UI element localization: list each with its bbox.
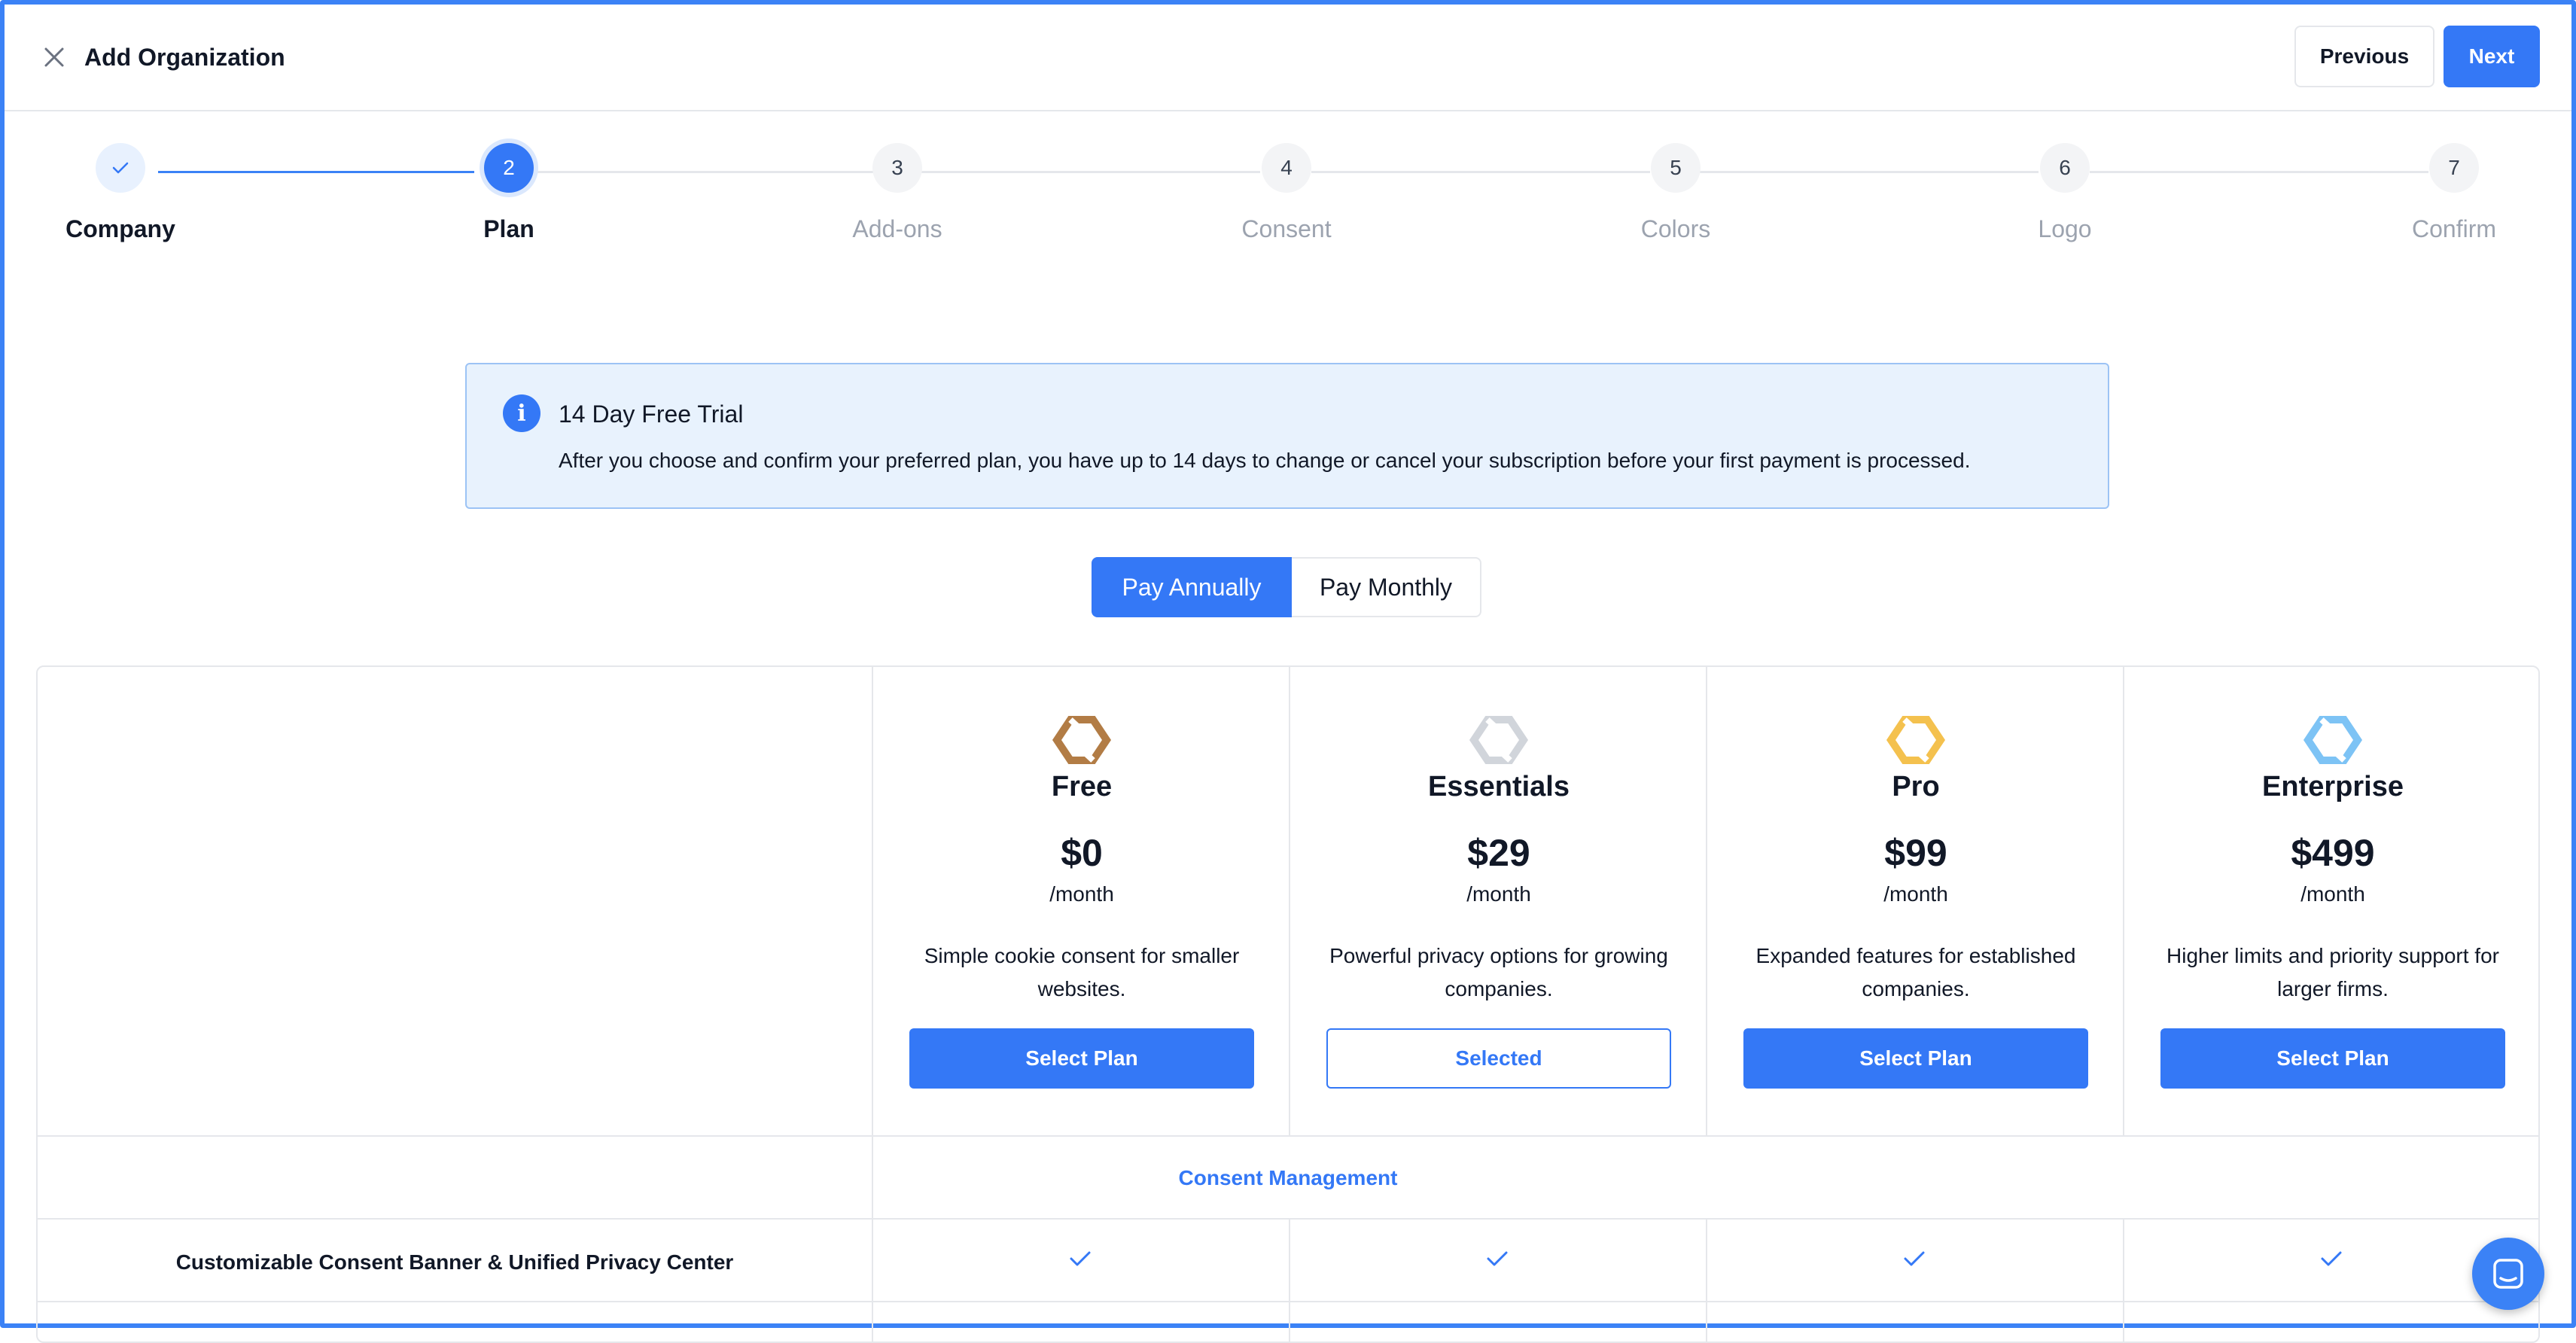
plan-enterprise-icon	[2303, 716, 2363, 764]
check-icon	[1904, 1251, 1925, 1266]
next-button[interactable]: Next	[2444, 26, 2540, 87]
plan-card-free: Free $0 /month Simple cookie consent for…	[873, 667, 1290, 1137]
plan-price: $99	[1884, 832, 1947, 874]
step-number: 6	[2040, 143, 2090, 193]
pay-annually-button[interactable]: Pay Annually	[1092, 557, 1292, 617]
billing-toggle: Pay Annually Pay Monthly	[1092, 557, 1481, 617]
pricing-table: Free $0 /month Simple cookie consent for…	[36, 665, 2540, 1343]
column-divider	[1706, 1220, 1707, 1341]
step-consent[interactable]: 4 Consent	[1174, 143, 1399, 244]
step-number: 3	[872, 143, 922, 193]
plan-period: /month	[1883, 882, 1948, 906]
plan-price: $0	[1061, 832, 1103, 874]
step-label: Consent	[1241, 215, 1332, 242]
plan-description: Expanded features for established compan…	[1755, 944, 2076, 1000]
plan-name: Pro	[1892, 771, 1940, 802]
chat-launcher-button[interactable]	[2472, 1238, 2544, 1310]
plan-name: Enterprise	[2262, 771, 2404, 802]
chat-icon	[2493, 1259, 2523, 1289]
step-add-ons[interactable]: 3 Add-ons	[784, 143, 1010, 244]
plan-pro-icon	[1886, 716, 1946, 764]
info-icon: i	[503, 394, 540, 432]
step-label: Colors	[1640, 215, 1711, 242]
plan-description: Powerful privacy options for growing com…	[1329, 944, 1668, 1000]
step-number: 7	[2429, 143, 2479, 193]
banner-title: 14 Day Free Trial	[559, 400, 744, 428]
plan-description: Higher limits and priority support for l…	[2166, 944, 2499, 1000]
select-plan-pro-button[interactable]: Select Plan	[1743, 1028, 2088, 1089]
plan-price: $29	[1467, 832, 1530, 874]
progress-stepper: Company 2 Plan 3 Add-ons 4 Consent 5 Col…	[0, 143, 2576, 256]
step-label: Company	[65, 215, 175, 242]
plan-free-icon	[1052, 716, 1112, 764]
plan-price: $499	[2291, 832, 2375, 874]
plan-period: /month	[2300, 882, 2365, 906]
step-number: 4	[1262, 143, 1311, 193]
plan-card-enterprise: Enterprise $499 /month Higher limits and…	[2124, 667, 2538, 1137]
step-plan[interactable]: 2 Plan	[396, 143, 622, 244]
plan-card-pro: Pro $99 /month Expanded features for est…	[1707, 667, 2124, 1137]
close-icon[interactable]	[39, 42, 69, 72]
step-logo[interactable]: 6 Logo	[1952, 143, 2178, 244]
step-number: 5	[1651, 143, 1701, 193]
section-heading-consent-management: Consent Management	[1178, 1166, 1398, 1189]
select-plan-free-button[interactable]: Select Plan	[909, 1028, 1254, 1089]
check-icon	[1070, 1251, 1091, 1266]
step-label: Confirm	[2411, 215, 2496, 242]
plan-description: Simple cookie consent for smaller websit…	[924, 944, 1240, 1000]
feature-label: Customizable Consent Banner & Unified Pr…	[175, 1250, 734, 1274]
step-colors[interactable]: 5 Colors	[1563, 143, 1789, 244]
step-company[interactable]: Company	[8, 143, 233, 244]
plan-period: /month	[1466, 882, 1531, 906]
select-plan-enterprise-button[interactable]: Select Plan	[2160, 1028, 2505, 1089]
column-divider	[2123, 1220, 2124, 1341]
free-trial-banner: i 14 Day Free Trial After you choose and…	[465, 363, 2109, 509]
top-bar: Add Organization Previous Next	[5, 5, 2571, 111]
previous-button[interactable]: Previous	[2294, 26, 2434, 87]
step-label: Add-ons	[852, 215, 942, 242]
step-confirm[interactable]: 7 Confirm	[2341, 143, 2567, 244]
page-title: Add Organization	[84, 44, 285, 71]
pay-monthly-button[interactable]: Pay Monthly	[1292, 557, 1481, 617]
plan-name: Free	[1051, 771, 1113, 802]
step-number: 2	[484, 143, 534, 193]
plan-period: /month	[1049, 882, 1114, 906]
step-label: Plan	[483, 215, 534, 242]
banner-text: After you choose and confirm your prefer…	[559, 449, 1971, 472]
check-icon	[96, 143, 145, 193]
selected-plan-essentials-button[interactable]: Selected	[1326, 1028, 1671, 1089]
plan-card-essentials: Essentials $29 /month Powerful privacy o…	[1290, 667, 1707, 1137]
column-divider	[1289, 1220, 1290, 1341]
check-icon	[2321, 1251, 2342, 1266]
plan-essentials-icon	[1469, 716, 1529, 764]
plan-name: Essentials	[1428, 771, 1570, 802]
step-label: Logo	[2038, 215, 2092, 242]
check-icon	[1487, 1251, 1508, 1266]
